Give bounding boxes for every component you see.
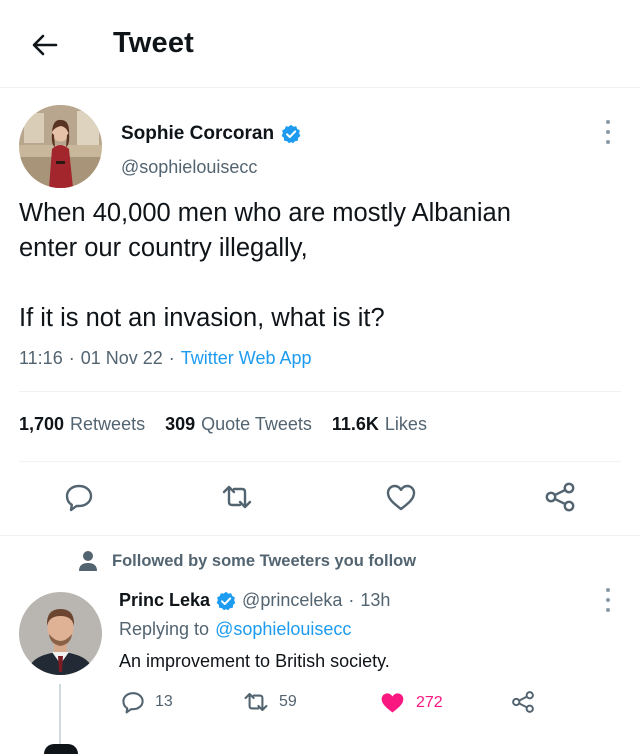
tweet-text-line: enter our country illegally,	[19, 234, 308, 262]
reply-button[interactable]	[61, 479, 97, 515]
reply-icon	[65, 484, 93, 512]
like-button[interactable]	[383, 479, 419, 515]
meta-separator: ·	[168, 348, 175, 368]
replying-to-label: Replying to	[119, 619, 210, 639]
verified-badge-icon	[281, 124, 301, 144]
tweet-text-line: When 40,000 men who are mostly Albanian	[19, 199, 511, 227]
reply-author-handle[interactable]: @princeleka	[242, 590, 342, 611]
author-name-row[interactable]: Sophie Corcoran	[121, 123, 301, 145]
quote-tweets-label: Quote Tweets	[201, 414, 312, 434]
person-icon	[79, 551, 97, 571]
likes-stat[interactable]: 11.6K Likes	[332, 414, 427, 435]
reply-like-button[interactable]: 272	[379, 690, 443, 715]
tweet-time[interactable]: 11:16	[19, 348, 63, 369]
divider	[0, 535, 640, 536]
arrow-left-icon	[32, 34, 58, 56]
likes-label: Likes	[384, 414, 427, 434]
retweet-icon	[222, 485, 252, 509]
author-name[interactable]: Sophie Corcoran	[121, 123, 274, 145]
share-icon	[545, 482, 575, 512]
back-button[interactable]	[28, 28, 62, 62]
retweet-icon	[244, 692, 268, 712]
social-context-text: Followed by some Tweeters you follow	[112, 551, 417, 570]
retweet-button[interactable]	[219, 479, 255, 515]
reply-share-button[interactable]	[511, 690, 535, 714]
more-options-icon[interactable]	[603, 120, 613, 144]
next-tweet-avatar-edge	[44, 744, 78, 754]
likes-count: 11.6K	[331, 414, 379, 434]
heart-filled-icon	[381, 693, 404, 713]
meta-separator: ·	[68, 348, 75, 368]
share-icon	[512, 691, 534, 713]
reply-header: Princ Leka @princeleka · 13h	[119, 590, 390, 611]
retweets-count: 1,700	[19, 414, 65, 434]
reply-time[interactable]: 13h	[360, 590, 390, 611]
reply-retweets-count: 59	[279, 693, 297, 710]
divider	[19, 391, 621, 392]
replying-to-mention[interactable]: @sophielouisecc	[215, 619, 351, 640]
retweets-label: Retweets	[70, 414, 146, 434]
quote-tweets-count: 309	[165, 414, 196, 434]
reply-author-name[interactable]: Princ Leka	[119, 590, 210, 611]
tweet-meta: 11:16 · 01 Nov 22 · Twitter Web App	[19, 348, 312, 369]
tweet-text: When 40,000 men who are mostly Albanian …	[19, 196, 619, 336]
share-button[interactable]	[542, 479, 578, 515]
quote-tweets-stat[interactable]: 309 Quote Tweets	[165, 414, 312, 435]
tweet-date[interactable]: 01 Nov 22	[81, 348, 163, 369]
like-icon	[386, 484, 416, 511]
top-bar: Tweet	[0, 0, 640, 88]
divider	[19, 461, 621, 462]
retweets-stat[interactable]: 1,700 Retweets	[19, 414, 145, 435]
tweet-source-app[interactable]: Twitter Web App	[181, 348, 312, 369]
reply-text: An improvement to British society.	[119, 651, 390, 671]
reply-author-avatar[interactable]	[19, 592, 102, 675]
reply-retweet-button[interactable]: 59	[243, 690, 297, 714]
verified-badge-icon	[216, 591, 236, 610]
reply-more-options-icon[interactable]	[603, 588, 613, 612]
meta-separator: ·	[348, 590, 355, 610]
reply-likes-count: 272	[416, 693, 443, 711]
replying-to: Replying to @sophielouisecc	[119, 619, 351, 640]
tweet-text-line: If it is not an invasion, what is it?	[19, 304, 385, 332]
author-handle[interactable]: @sophielouisecc	[121, 157, 257, 178]
reply-reply-button[interactable]: 13	[121, 690, 173, 714]
reply-icon	[122, 692, 144, 714]
social-context: Followed by some Tweeters you follow	[78, 550, 416, 572]
page-title: Tweet	[113, 27, 195, 59]
tweet-stats: 1,700 Retweets 309 Quote Tweets 11.6K Li…	[19, 414, 427, 435]
reply-replies-count: 13	[155, 693, 173, 710]
author-avatar[interactable]	[19, 105, 102, 188]
